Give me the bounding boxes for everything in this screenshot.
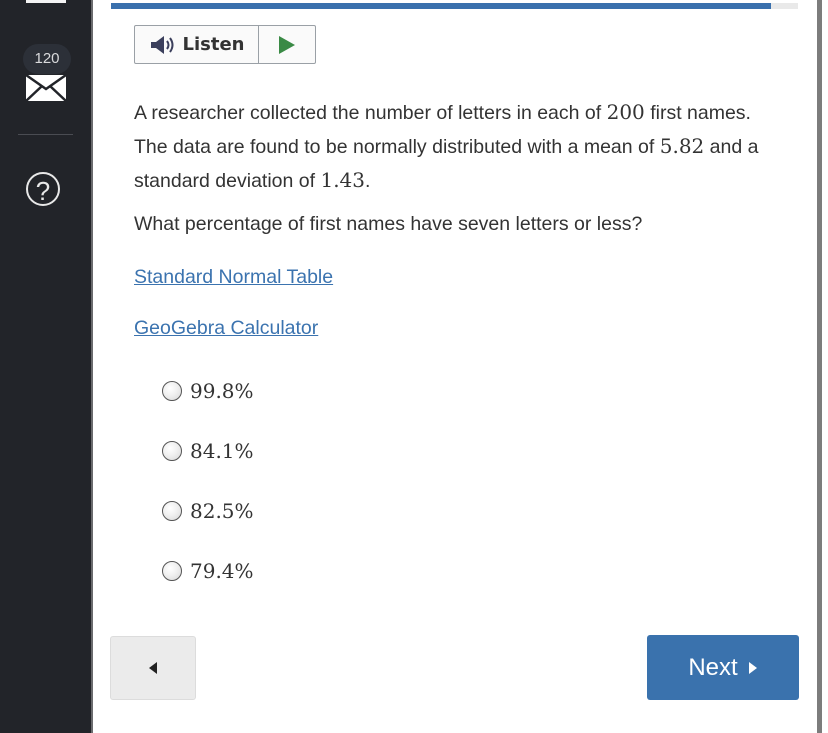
- question-part: .: [365, 170, 371, 192]
- answer-choice[interactable]: 82.5%: [162, 499, 254, 523]
- sd-value: 1.43: [320, 168, 365, 192]
- message-count-badge: 120: [23, 44, 71, 74]
- answer-choice[interactable]: 84.1%: [162, 439, 254, 463]
- radio-button[interactable]: [162, 561, 182, 581]
- listen-control: Listen: [134, 25, 316, 64]
- next-button[interactable]: Next: [647, 635, 799, 700]
- next-label: Next: [688, 653, 738, 681]
- messages-button[interactable]: 120: [22, 44, 71, 102]
- radio-button[interactable]: [162, 501, 182, 521]
- progress-bar: [111, 3, 798, 9]
- choice-label: 79.4%: [190, 559, 254, 583]
- answer-choice[interactable]: 79.4%: [162, 559, 254, 583]
- sidebar-divider: [18, 134, 73, 135]
- sidebar: 120 ?: [0, 0, 93, 733]
- answer-choice[interactable]: 99.8%: [162, 379, 254, 403]
- choice-label: 99.8%: [190, 379, 254, 403]
- play-icon: [279, 35, 295, 54]
- standard-normal-table-link[interactable]: Standard Normal Table: [134, 266, 333, 289]
- question-prompt: What percentage of first names have seve…: [134, 213, 643, 235]
- triangle-right-icon: [748, 661, 757, 674]
- back-button[interactable]: [110, 636, 196, 700]
- sample-size: 200: [606, 100, 645, 124]
- question-text: A researcher collected the number of let…: [134, 96, 774, 198]
- sidebar-top-tab[interactable]: [26, 0, 66, 3]
- progress-bar-fill: [111, 3, 771, 9]
- question-circle-icon[interactable]: ?: [26, 172, 60, 206]
- envelope-icon: [25, 74, 67, 102]
- radio-button[interactable]: [162, 441, 182, 461]
- scrollbar[interactable]: [817, 0, 822, 733]
- listen-label: Listen: [182, 34, 245, 55]
- play-button[interactable]: [259, 26, 315, 63]
- mean-value: 5.82: [659, 134, 705, 158]
- speaker-icon: [150, 35, 173, 54]
- geogebra-calculator-link[interactable]: GeoGebra Calculator: [134, 317, 318, 340]
- choice-label: 84.1%: [190, 439, 254, 463]
- choice-label: 82.5%: [190, 499, 254, 523]
- radio-button[interactable]: [162, 381, 182, 401]
- question-part: A researcher collected the number of let…: [134, 102, 607, 124]
- triangle-left-icon: [149, 662, 157, 674]
- listen-button[interactable]: Listen: [135, 26, 259, 63]
